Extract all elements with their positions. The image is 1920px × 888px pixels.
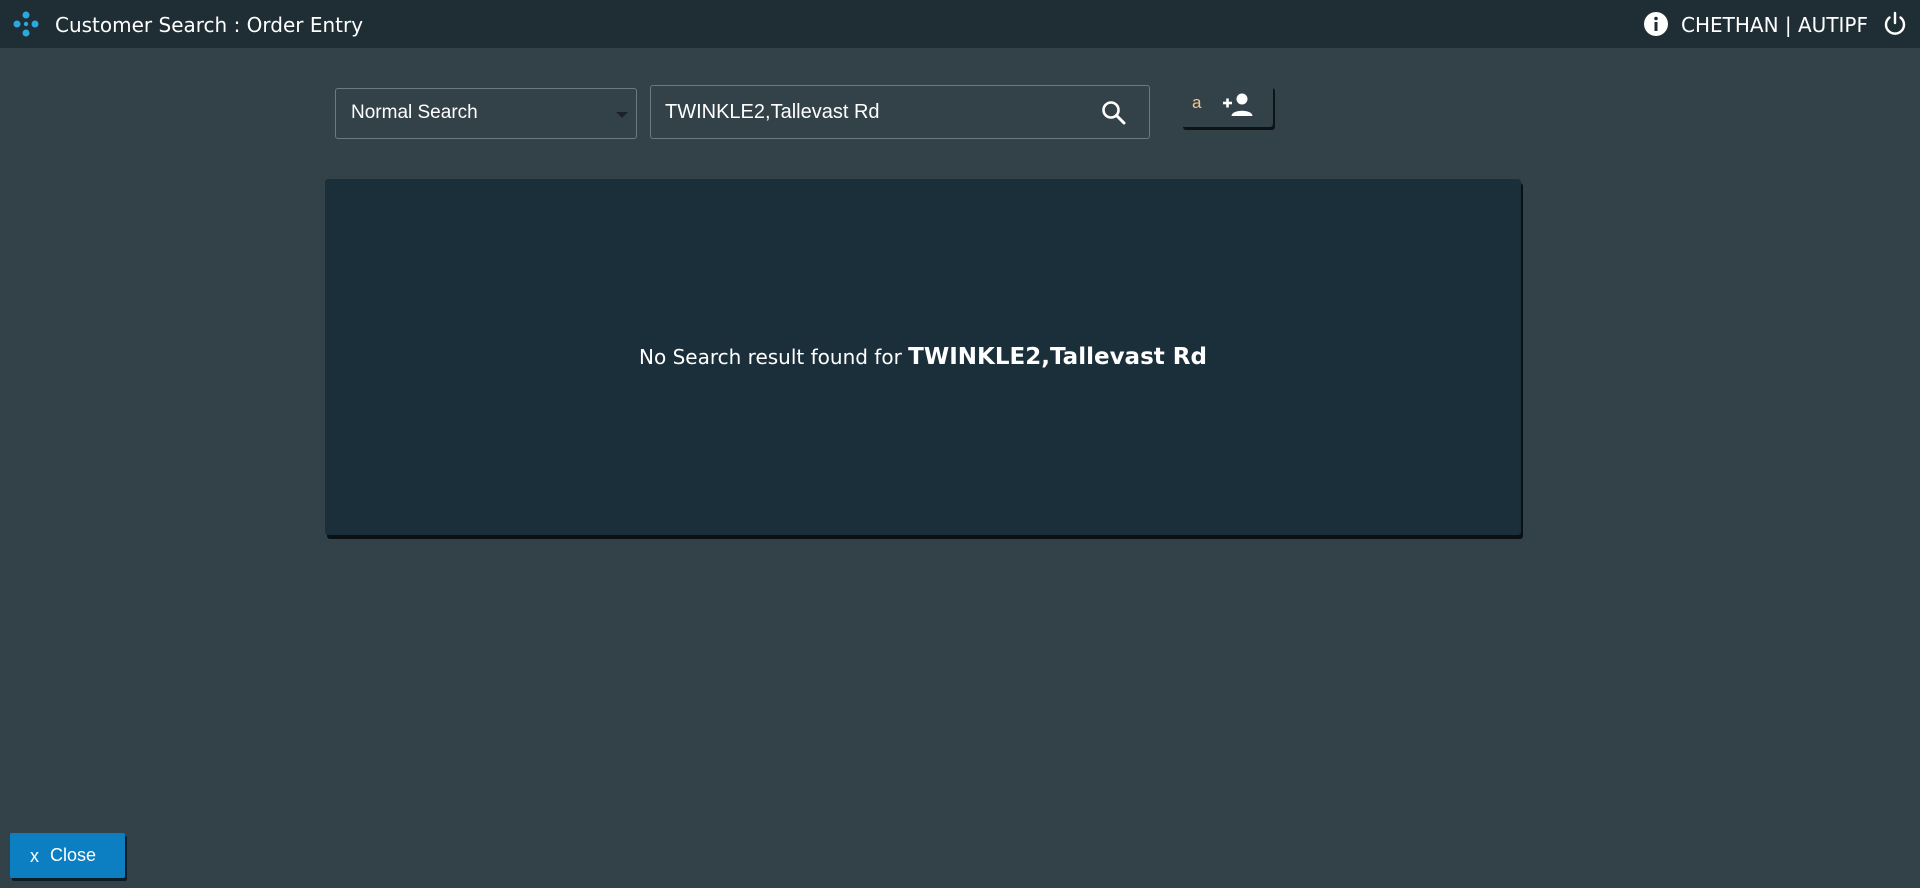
power-icon[interactable] (1881, 10, 1909, 38)
search-mode-select[interactable]: Normal Search (335, 88, 637, 139)
info-icon[interactable] (1643, 11, 1669, 37)
search-box (650, 85, 1150, 139)
add-customer-button[interactable]: a (1181, 85, 1273, 127)
close-label: Close (50, 845, 97, 865)
no-result-prefix: No Search result found for (639, 345, 902, 369)
no-result-query: TWINKLE2,Tallevast Rd (908, 344, 1207, 370)
no-result-message: No Search result found for TWINKLE2,Tall… (325, 344, 1521, 370)
close-icon: x (30, 846, 39, 866)
chevron-down-icon (616, 112, 628, 118)
add-user-icon (1223, 93, 1253, 116)
user-info: CHETHAN | AUTIPF (1681, 13, 1868, 37)
search-input[interactable] (665, 96, 1065, 128)
page-title: Customer Search : Order Entry (55, 13, 364, 37)
app-header: Customer Search : Order Entry CHETHAN | … (0, 0, 1920, 48)
search-results-panel: No Search result found for TWINKLE2,Tall… (325, 179, 1521, 535)
close-button[interactable]: x Close (10, 833, 125, 878)
add-customer-letter: a (1192, 93, 1202, 112)
search-mode-value: Normal Search (351, 102, 478, 123)
dots-logo-icon (13, 11, 39, 37)
search-icon[interactable] (1100, 99, 1128, 127)
